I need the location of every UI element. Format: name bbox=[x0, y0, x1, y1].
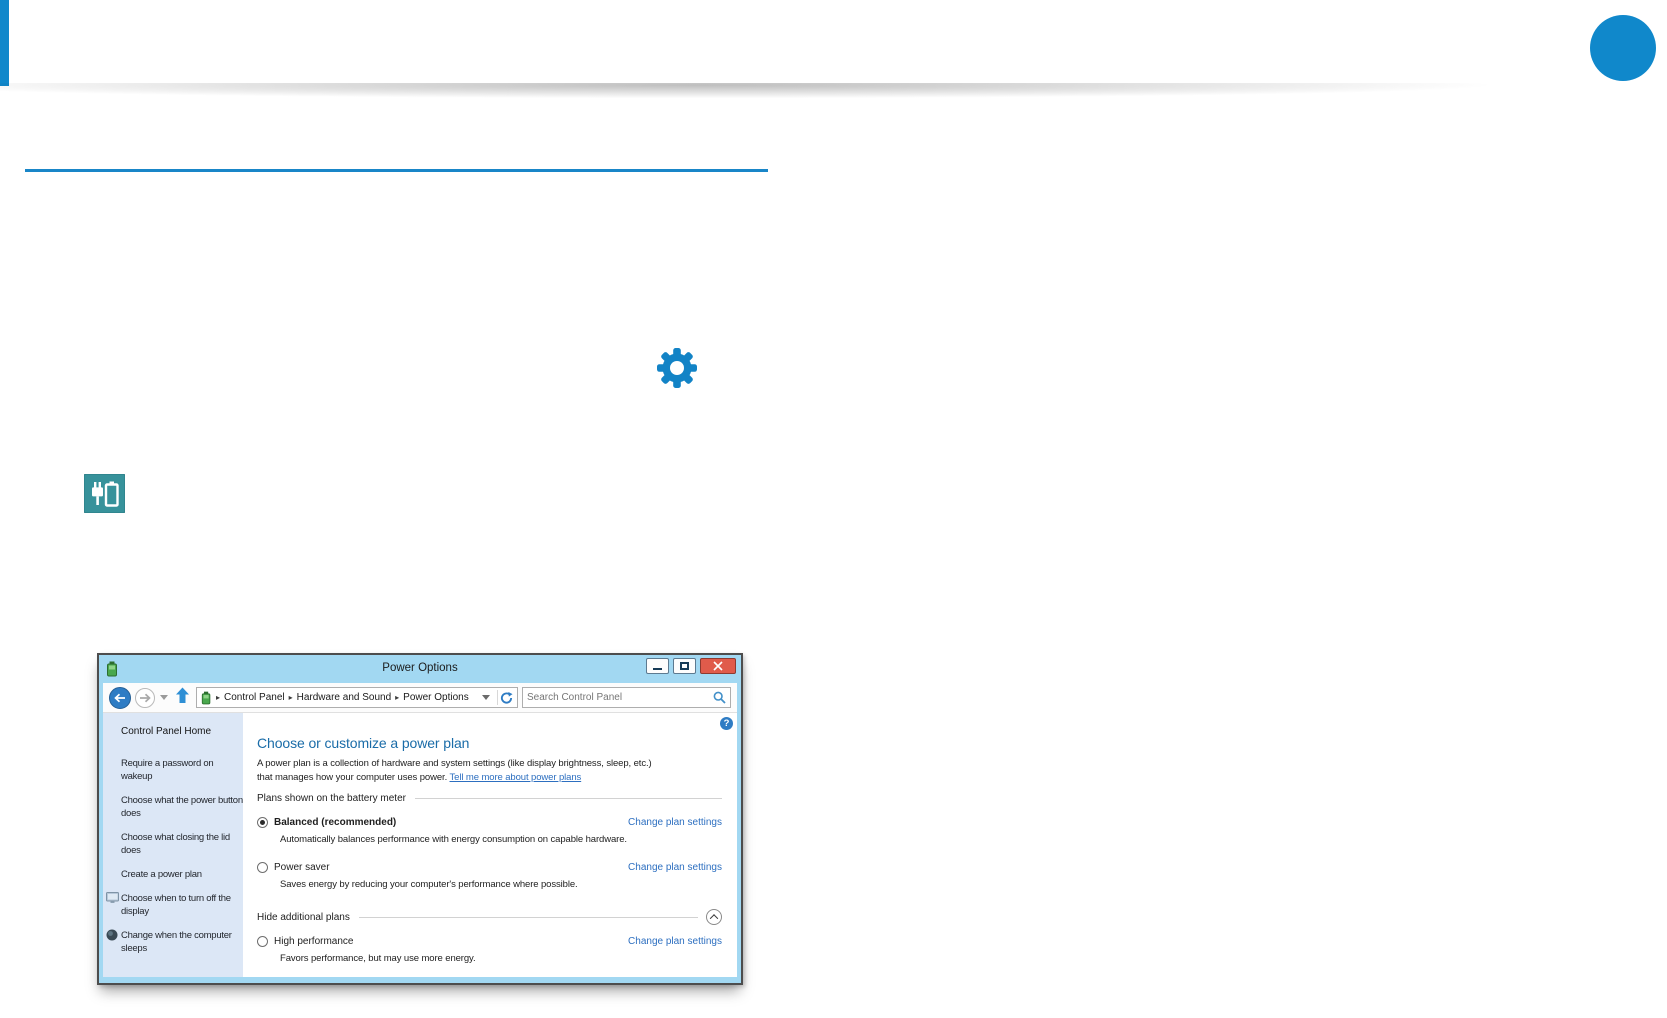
window-title: Power Options bbox=[382, 662, 458, 674]
radio-power-saver[interactable] bbox=[257, 862, 268, 873]
control-panel-sidebar: Control Panel Home Require a password on… bbox=[103, 713, 243, 977]
sidebar-item-create-power-plan[interactable]: Create a power plan bbox=[121, 868, 247, 881]
section-rule bbox=[414, 798, 722, 799]
minimize-button[interactable] bbox=[646, 658, 669, 674]
crumb-separator-icon: ▸ bbox=[288, 693, 293, 702]
change-plan-settings-link-high-performance[interactable]: Change plan settings bbox=[628, 936, 722, 947]
plan-desc-high-performance: Favors performance, but may use more ene… bbox=[280, 953, 476, 964]
power-adapter-battery-icon bbox=[83, 473, 126, 514]
tell-me-more-link[interactable]: Tell me more about power plans bbox=[450, 772, 582, 783]
plan-row-high-performance: High performance Change plan settings bbox=[257, 936, 722, 947]
search-icon[interactable] bbox=[713, 691, 726, 704]
hide-additional-plans-label: Hide additional plans bbox=[257, 911, 350, 923]
breadcrumb-battery-icon bbox=[201, 691, 211, 704]
crumb-power-options[interactable]: Power Options bbox=[403, 692, 469, 703]
header-shadow bbox=[0, 83, 1590, 100]
search-input[interactable] bbox=[527, 692, 713, 703]
radio-high-performance[interactable] bbox=[257, 936, 268, 947]
intro-text-line2: that manages how your computer uses powe… bbox=[257, 771, 722, 785]
change-plan-settings-link-power-saver[interactable]: Change plan settings bbox=[628, 862, 722, 873]
maximize-button[interactable] bbox=[673, 658, 696, 674]
crumb-separator-icon: ▸ bbox=[395, 693, 400, 702]
section-rule bbox=[358, 916, 698, 918]
recent-pages-chevron[interactable] bbox=[160, 695, 168, 700]
up-button[interactable] bbox=[175, 687, 190, 709]
plans-section-header: Plans shown on the battery meter bbox=[257, 793, 722, 804]
sidebar-item-label: Change when the computer sleeps bbox=[121, 930, 232, 954]
change-plan-settings-link-balanced[interactable]: Change plan settings bbox=[628, 817, 722, 828]
forward-arrow-icon bbox=[140, 693, 151, 702]
plan-label-balanced[interactable]: Balanced (recommended) bbox=[274, 817, 396, 828]
gear-icon bbox=[656, 346, 698, 390]
page-title: Choose or customize a power plan bbox=[257, 735, 470, 751]
divider bbox=[497, 690, 498, 705]
close-button[interactable] bbox=[700, 658, 736, 674]
sidebar-item-label: Choose when to turn off the display bbox=[121, 893, 231, 917]
crumb-hardware-and-sound[interactable]: Hardware and Sound bbox=[297, 692, 392, 703]
display-icon bbox=[106, 892, 119, 908]
crumb-separator-icon: ▸ bbox=[216, 693, 221, 702]
plans-section-label: Plans shown on the battery meter bbox=[257, 793, 406, 804]
plan-label-power-saver[interactable]: Power saver bbox=[274, 862, 330, 873]
section-title-underline bbox=[25, 169, 768, 172]
search-box bbox=[522, 687, 731, 708]
close-icon bbox=[713, 661, 723, 671]
navigation-bar: ▸ Control Panel ▸ Hardware and Sound ▸ P… bbox=[103, 683, 737, 713]
plan-desc-balanced: Automatically balances performance with … bbox=[280, 834, 627, 845]
window-titlebar: Power Options bbox=[99, 655, 741, 683]
plan-label-high-performance[interactable]: High performance bbox=[274, 936, 353, 947]
plan-row-power-saver: Power saver Change plan settings bbox=[257, 862, 722, 873]
chevron-up-icon bbox=[709, 914, 719, 923]
collapse-plans-button[interactable] bbox=[706, 909, 722, 925]
sidebar-item-closing-lid[interactable]: Choose what closing the lid does bbox=[121, 831, 247, 857]
sidebar-item-turn-off-display[interactable]: Choose when to turn off the display bbox=[106, 892, 247, 918]
intro-text: that manages how your computer uses powe… bbox=[257, 771, 448, 783]
help-button[interactable]: ? bbox=[720, 717, 733, 730]
up-arrow-icon bbox=[176, 687, 189, 703]
breadcrumb[interactable]: ▸ Control Panel ▸ Hardware and Sound ▸ P… bbox=[196, 687, 518, 708]
power-plan-panel: ? Choose or customize a power plan A pow… bbox=[243, 713, 737, 977]
minimize-icon bbox=[653, 668, 662, 670]
refresh-button[interactable] bbox=[500, 691, 513, 705]
plan-row-balanced: Balanced (recommended) Change plan setti… bbox=[257, 817, 722, 828]
plan-desc-power-saver: Saves energy by reducing your computer's… bbox=[280, 879, 578, 890]
back-arrow-icon bbox=[114, 693, 125, 702]
manual-page: Power Options ▸ Control Panel ▸ Hardware… bbox=[0, 0, 1667, 1018]
intro-text-line1: A power plan is a collection of hardware… bbox=[257, 758, 652, 769]
back-button[interactable] bbox=[109, 686, 131, 709]
page-number-circle bbox=[1590, 15, 1656, 81]
sidebar-item-computer-sleeps[interactable]: Change when the computer sleeps bbox=[106, 929, 247, 955]
power-options-window: Power Options ▸ Control Panel ▸ Hardware… bbox=[97, 653, 743, 985]
crumb-control-panel[interactable]: Control Panel bbox=[224, 692, 285, 703]
address-dropdown-chevron[interactable] bbox=[482, 695, 490, 700]
sidebar-item-power-button[interactable]: Choose what the power button does bbox=[121, 794, 247, 820]
sleep-power-icon bbox=[106, 929, 118, 945]
hide-additional-plans-row: Hide additional plans bbox=[257, 909, 722, 925]
chapter-accent-bar bbox=[0, 0, 9, 86]
sidebar-item-control-panel-home[interactable]: Control Panel Home bbox=[121, 726, 243, 737]
radio-balanced[interactable] bbox=[257, 817, 268, 828]
forward-button[interactable] bbox=[135, 687, 155, 708]
sidebar-item-require-password[interactable]: Require a password on wakeup bbox=[121, 757, 247, 783]
maximize-icon bbox=[680, 662, 689, 670]
